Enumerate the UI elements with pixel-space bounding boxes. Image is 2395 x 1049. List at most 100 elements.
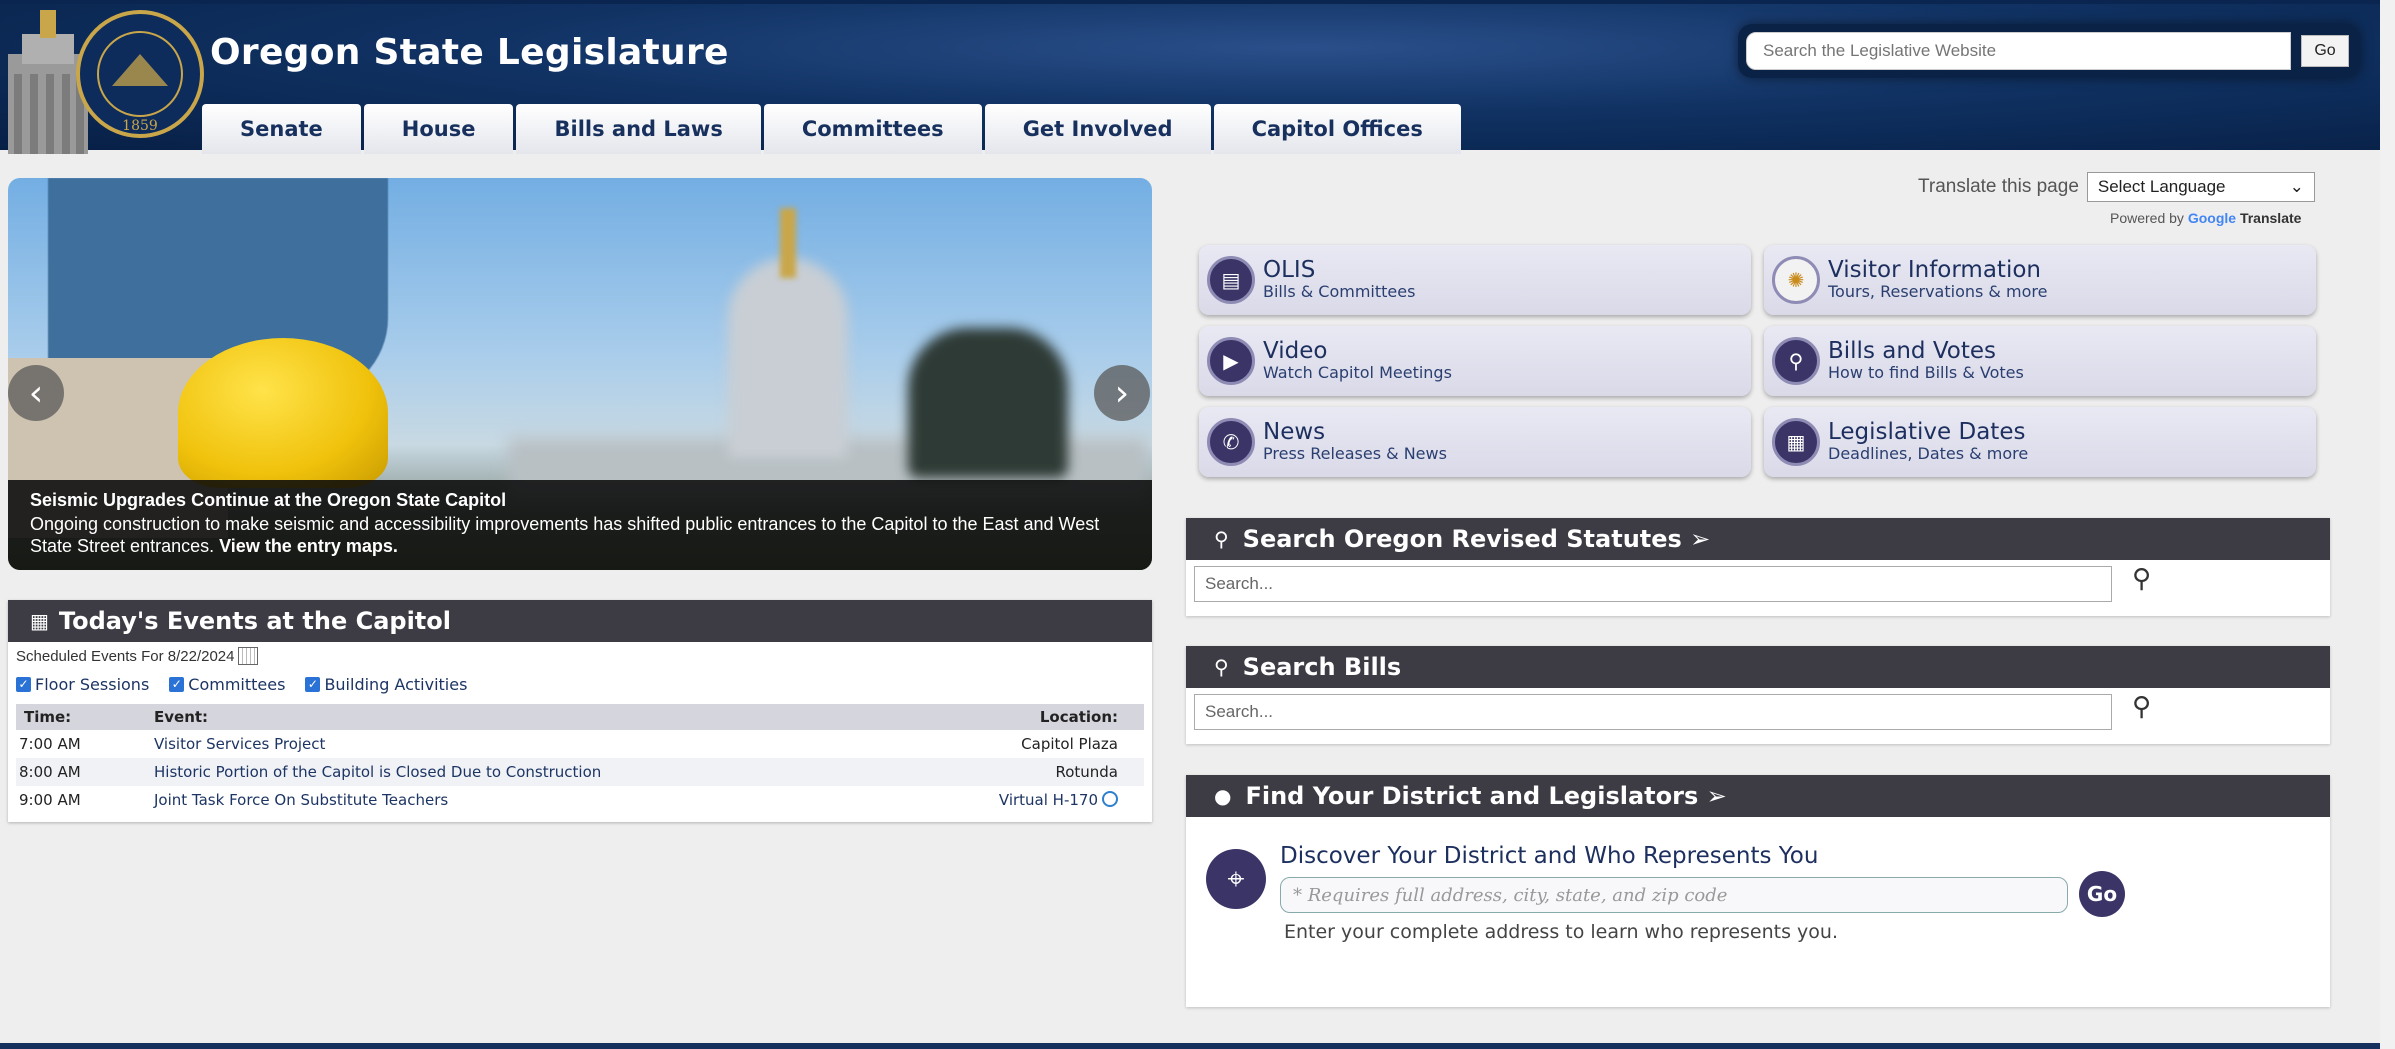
filter-floor-sessions[interactable]: ✓ Floor Sessions [16,675,149,694]
events-panel-title: Today's Events at the Capitol [58,607,451,635]
tile-subtitle: Bills & Committees [1263,282,1416,301]
search-ors-title: Search Oregon Revised Statutes ➢ [1242,525,1711,553]
translate-link[interactable]: Translate [2240,210,2301,226]
events-table: Time: Event: Location: 7:00 AM Visitor S… [16,704,1144,814]
translate-label: Translate this page [1918,176,2079,197]
tile-legislative-dates[interactable]: ▦ Legislative Dates Deadlines, Dates & mo… [1764,407,2316,477]
district-body: ⌖ Discover Your District and Who Represe… [1186,817,2330,1007]
calendar-icon: ▦ [30,609,49,633]
search-icon: ⚲ [1214,655,1229,679]
document-icon: ▤ [1207,256,1255,304]
map-pin-icon: ● [1214,784,1232,808]
col-location: Location: [900,704,1144,730]
tile-subtitle: How to find Bills & Votes [1828,363,2024,382]
checkbox-checked-icon[interactable]: ✓ [169,676,185,692]
carousel-next-button[interactable]: › [1094,365,1150,421]
tile-title: News [1263,419,1326,445]
ors-search-input[interactable]: Search... [1194,566,2112,602]
checkbox-checked-icon[interactable]: ✓ [16,676,31,692]
footer-edge [0,1043,2380,1049]
site-search-go-button[interactable]: Go [2301,35,2349,67]
carousel-caption-title: Seismic Upgrades Continue at the Oregon … [30,490,507,510]
powered-by-google: Powered by Google Translate [2110,210,2301,226]
search-bills-panel: ⚲ Search Bills Search... ⚲ [1186,646,2330,744]
powered-by-label: Powered by [2110,210,2184,226]
translate-widget: Translate this page Select Language ⌄ [1918,172,2315,202]
carousel-prev-button[interactable]: ‹ [8,365,64,421]
district-heading: Discover Your District and Who Represent… [1280,843,1819,869]
carousel-caption-text: Ongoing construction to make seismic and… [30,514,1100,556]
search-bills-title: Search Bills [1242,653,1402,681]
bills-search-input[interactable]: Search... [1194,694,2112,730]
google-logo[interactable]: Google [2188,210,2236,226]
news-carousel[interactable]: ‹ › Seismic Upgrades Continue at the Ore… [8,178,1152,570]
tile-bills-and-votes[interactable]: ⚲ Bills and Votes How to find Bills & Vot… [1764,326,2316,396]
nav-tab-capitol-offices[interactable]: Capitol Offices [1213,104,1461,154]
table-row: 8:00 AM Historic Portion of the Capitol … [16,758,1144,786]
hardhat-photo [178,338,388,488]
tile-olis[interactable]: ▤ OLIS Bills & Committees [1199,245,1751,315]
oregon-seal-logo[interactable]: 1859 [0,4,205,154]
checkbox-checked-icon[interactable]: ✓ [305,676,321,692]
magnifier-icon: ⚲ [1772,337,1820,385]
search-bills-header: ⚲ Search Bills [1186,646,2330,688]
video-stream-icon[interactable] [1102,791,1118,807]
tile-video[interactable]: ▶ Video Watch Capitol Meetings [1199,326,1751,396]
event-location-link[interactable]: Virtual H-170 [999,791,1098,809]
language-select-value: Select Language [2097,177,2226,196]
tile-title: Video [1263,338,1328,364]
scheduled-events-label: Scheduled Events For 8/22/2024 [16,647,235,665]
tile-subtitle: Watch Capitol Meetings [1263,363,1452,382]
bills-search-button-icon[interactable]: ⚲ [2132,692,2151,722]
events-panel-header: ▦ Today's Events at the Capitol [8,600,1152,642]
nav-tab-senate[interactable]: Senate [202,104,361,154]
nav-tab-bills-and-laws[interactable]: Bills and Laws [516,104,761,154]
filter-committees-label: Committees [188,674,286,694]
event-time: 8:00 AM [16,758,146,786]
address-input[interactable]: * Requires full address, city, state, an… [1280,877,2068,913]
page-scrollbar[interactable] [2380,0,2395,1049]
address-go-button[interactable]: Go [2079,871,2125,917]
event-link[interactable]: Historic Portion of the Capitol is Close… [146,758,901,786]
table-row: 9:00 AM Joint Task Force On Substitute T… [16,786,1144,814]
tile-title: Visitor Information [1828,257,2041,283]
calendar-icon: ▦ [1772,418,1820,466]
event-link[interactable]: Visitor Services Project [146,730,900,758]
tile-news[interactable]: ✆ News Press Releases & News [1199,407,1751,477]
nav-tab-get-involved[interactable]: Get Involved [984,104,1211,154]
search-icon: ⚲ [1214,527,1229,551]
site-title[interactable]: Oregon State Legislature [210,32,729,73]
event-time: 9:00 AM [19,791,81,809]
event-location: Capitol Plaza [1021,735,1118,753]
col-time: Time: [16,704,146,730]
find-district-panel: ● Find Your District and Legislators ➢ ⌖… [1186,775,2330,1007]
event-location-cell: Virtual H-170 [900,786,1144,814]
nav-tab-house[interactable]: House [363,104,514,154]
event-filters: ✓ Floor Sessions ✓ Committees ✓ Building Ac… [8,670,1152,698]
language-select[interactable]: Select Language ⌄ [2086,172,2315,202]
video-icon: ▶ [1207,337,1255,385]
event-link[interactable]: Joint Task Force On Substitute Teachers [146,786,900,814]
tile-visitor-information[interactable]: ✺ Visitor Information Tours, Reservations… [1764,245,2316,315]
tile-title: Bills and Votes [1828,338,1996,364]
todays-events-panel: ▦ Today's Events at the Capitol Schedule… [8,600,1152,822]
site-search: Go [1738,24,2360,78]
date-picker-icon[interactable] [238,647,259,665]
ors-search-button-icon[interactable]: ⚲ [2132,564,2151,594]
scheduled-events-date: Scheduled Events For 8/22/2024 [8,642,1152,670]
tile-title: OLIS [1263,257,1316,283]
filter-committees[interactable]: ✓ Committees [169,675,285,694]
site-search-input[interactable] [1746,32,2291,70]
megaphone-icon: ✆ [1207,418,1255,466]
nav-tab-committees[interactable]: Committees [763,104,982,154]
filter-building-activities[interactable]: ✓ Building Activities [305,675,467,694]
tile-title: Legislative Dates [1828,419,2026,445]
search-ors-header[interactable]: ⚲ Search Oregon Revised Statutes ➢ [1186,518,2330,560]
tile-subtitle: Deadlines, Dates & more [1828,444,2029,463]
entry-maps-link[interactable]: View the entry maps. [219,536,398,556]
capitol-photo-pioneer [780,208,796,278]
chevron-down-icon: ⌄ [2289,177,2304,196]
filter-floor-sessions-label: Floor Sessions [35,674,150,694]
find-district-header[interactable]: ● Find Your District and Legislators ➢ [1186,775,2330,817]
carousel-caption: Seismic Upgrades Continue at the Oregon … [8,480,1152,570]
